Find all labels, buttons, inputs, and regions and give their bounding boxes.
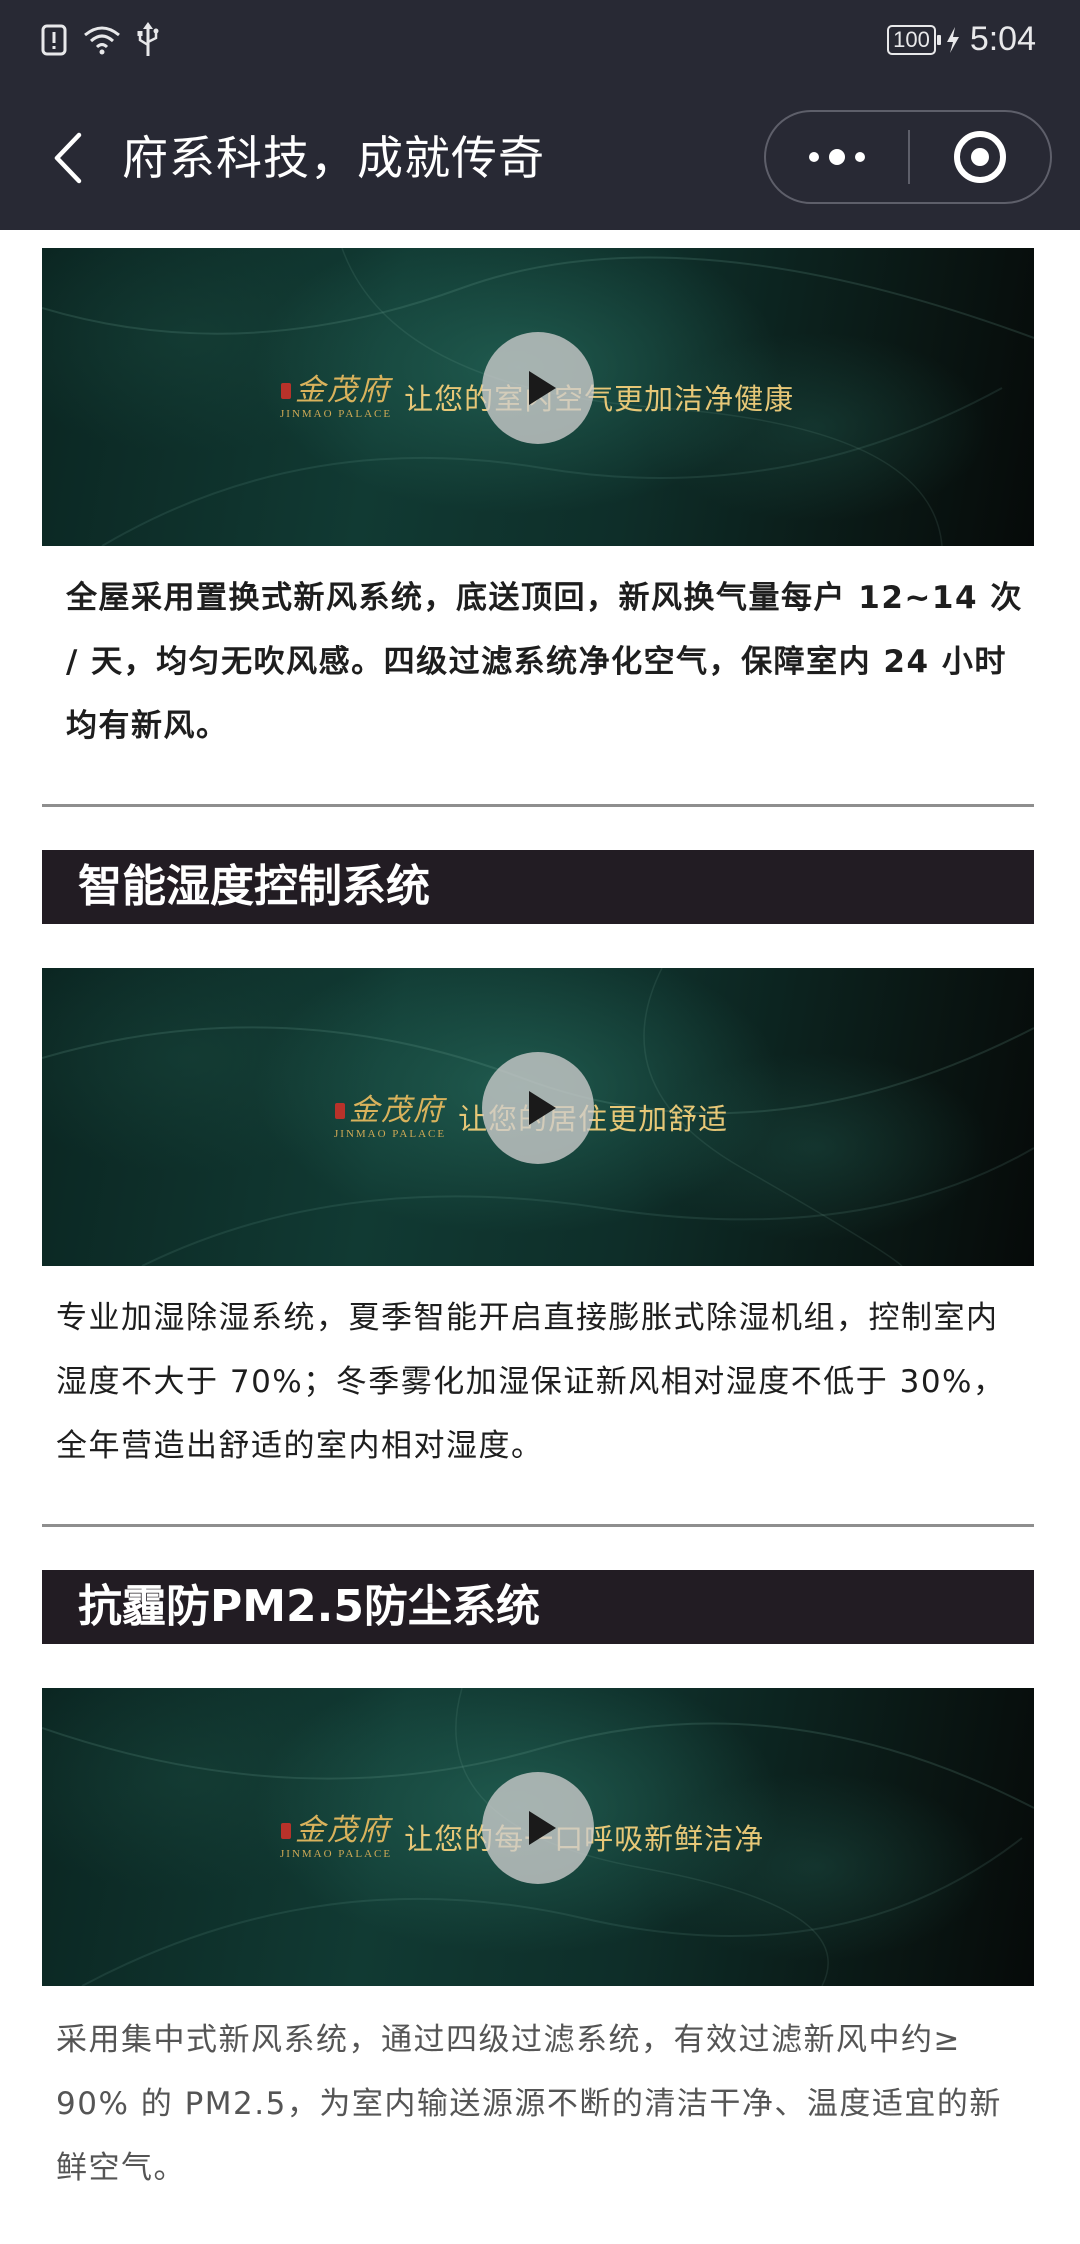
- play-icon: [528, 1811, 556, 1845]
- miniprogram-capsule: [764, 110, 1052, 204]
- section-divider: [42, 804, 1034, 807]
- status-icons-right: 100 5:04: [887, 20, 1036, 59]
- video-player-air[interactable]: 金茂府 JINMAO PALACE 让您的室内空气更加洁净健康: [42, 248, 1034, 546]
- play-button[interactable]: [482, 332, 594, 444]
- more-dots-icon: [855, 152, 865, 162]
- back-button[interactable]: [38, 126, 98, 190]
- section-header: 智能湿度控制系统: [42, 850, 1034, 924]
- section-description: 全屋采用置换式新风系统，底送顶回，新风换气量每户 12~14 次 / 天，均匀无…: [66, 580, 1023, 744]
- video-slogan: 让您的室内空气更加洁净健康: [404, 382, 795, 416]
- play-button[interactable]: [482, 1772, 594, 1884]
- section-divider: [42, 1524, 1034, 1527]
- section-description: 专业加湿除湿系统，夏季智能开启直接膨胀式除湿机组，控制室内湿度不大于 70%；冬…: [56, 1300, 1006, 1464]
- jinmao-palace-logo: 金茂府 JINMAO PALACE: [334, 1093, 447, 1141]
- battery-indicator: 100: [887, 24, 941, 55]
- page-title: 府系科技，成就传奇: [122, 131, 545, 185]
- more-button[interactable]: [766, 112, 908, 202]
- status-time: 5:04: [969, 20, 1036, 58]
- video-player-humidity[interactable]: 金茂府 JINMAO PALACE 让您的居住更加舒适: [42, 968, 1034, 1266]
- jinmao-palace-logo: 金茂府 JINMAO PALACE: [280, 373, 393, 421]
- jinmao-palace-logo: 金茂府 JINMAO PALACE: [280, 1813, 393, 1861]
- video-player-pm25[interactable]: 金茂府 JINMAO PALACE 让您的每一口呼吸新鲜洁净: [42, 1688, 1034, 1986]
- section-header: 抗霾防PM2.5防尘系统: [42, 1570, 1034, 1644]
- usb-icon: [137, 22, 159, 56]
- wifi-icon: [84, 26, 120, 55]
- status-bar: 100 5:04: [0, 0, 1080, 86]
- navigation-bar: 府系科技，成就传奇: [0, 86, 1080, 230]
- article-content[interactable]: 金茂府 JINMAO PALACE 让您的室内空气更加洁净健康 全屋采用置换式新…: [0, 230, 1080, 2244]
- play-icon: [528, 371, 556, 405]
- more-dots-icon: [809, 152, 819, 162]
- charging-icon: [946, 26, 959, 53]
- play-button[interactable]: [482, 1052, 594, 1164]
- more-dots-icon: [829, 149, 845, 165]
- play-icon: [528, 1091, 556, 1125]
- status-icons-left: [40, 22, 160, 58]
- notification-alert-icon: [41, 24, 67, 56]
- close-miniprogram-button[interactable]: [910, 112, 1050, 202]
- close-miniprogram-icon: [954, 131, 1006, 183]
- back-arrow-icon: [54, 132, 82, 184]
- section-description: 采用集中式新风系统，通过四级过滤系统，有效过滤新风中约≥ 90% 的 PM2.5…: [56, 2022, 1002, 2186]
